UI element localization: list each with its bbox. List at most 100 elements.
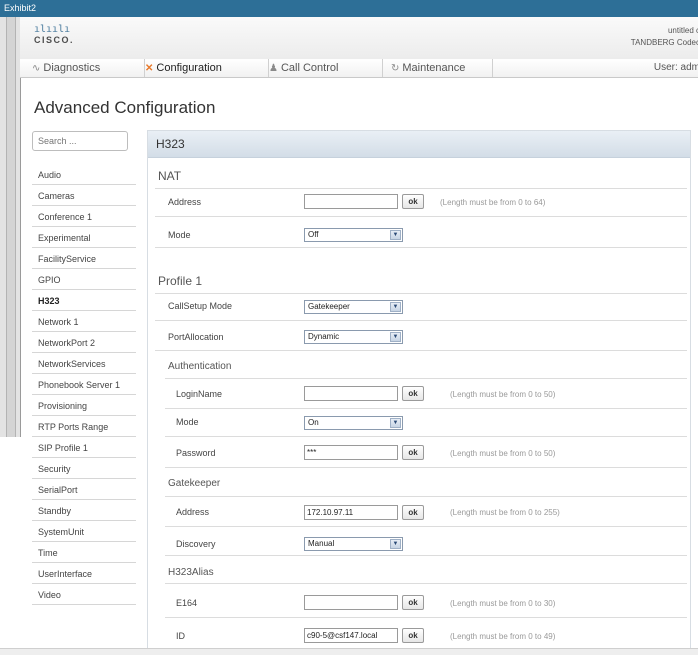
sidebar-item-h323[interactable]: H323 [32, 290, 136, 311]
chevron-down-icon: ▼ [390, 539, 401, 549]
login-name-label: LoginName [176, 389, 223, 399]
tools-icon: ✕ [145, 63, 154, 74]
nat-mode-label: Mode [168, 230, 191, 240]
callsetup-mode-select[interactable]: Gatekeeper ▼ [304, 300, 403, 314]
window-title-bar: Exhibit2 [0, 0, 698, 17]
panel-title: H323 [148, 131, 690, 158]
alias-id-ok-button[interactable]: ok [402, 628, 424, 643]
port-allocation-select[interactable]: Dynamic ▼ [304, 330, 403, 344]
alias-id-input[interactable] [304, 628, 398, 643]
pulse-icon: ∿ [32, 63, 41, 74]
sidebar-item-userinterface[interactable]: UserInterface [32, 563, 136, 584]
gatekeeper-address-label: Address [176, 507, 210, 517]
password-ok-button[interactable]: ok [402, 445, 424, 460]
nav-diagnostics[interactable]: ∿ Diagnostics [20, 59, 145, 77]
discovery-select[interactable]: Manual ▼ [304, 537, 403, 551]
e164-ok-button[interactable]: ok [402, 595, 424, 610]
section-nat: NAT [158, 169, 182, 183]
sidebar-item-gpio[interactable]: GPIO [32, 269, 136, 290]
sidebar-item-phonebook-server[interactable]: Phonebook Server 1 [32, 374, 136, 395]
login-name-ok-button[interactable]: ok [402, 386, 424, 401]
password-hint: (Length must be from 0 to 50) [450, 449, 556, 458]
nat-address-ok-button[interactable]: ok [402, 194, 424, 209]
sidebar-item-network[interactable]: Network 1 [32, 311, 136, 332]
row-divider [155, 293, 687, 294]
sidebar-item-standby[interactable]: Standby [32, 500, 136, 521]
sidebar-item-cameras[interactable]: Cameras [32, 185, 136, 206]
app-header: ılıılı CISCO. untitled c TANDBERG Codec [20, 17, 698, 60]
auth-mode-select[interactable]: On ▼ [304, 416, 403, 430]
row-divider [155, 350, 687, 351]
auth-mode-label: Mode [176, 417, 199, 427]
alias-id-label: ID [176, 631, 185, 641]
password-input[interactable] [304, 445, 398, 460]
gatekeeper-address-ok-button[interactable]: ok [402, 505, 424, 520]
nav-maintenance[interactable]: ↻ Maintenance [383, 59, 493, 77]
row-divider [165, 617, 687, 618]
section-h323alias: H323Alias [168, 567, 214, 578]
nat-mode-select[interactable]: Off ▼ [304, 228, 403, 242]
cisco-bars-icon: ılıılı [34, 24, 71, 35]
nat-address-label: Address [168, 197, 202, 207]
row-divider [165, 408, 687, 409]
gatekeeper-address-input[interactable] [304, 505, 398, 520]
port-allocation-label: PortAllocation [168, 332, 224, 342]
callsetup-mode-label: CallSetup Mode [168, 301, 233, 311]
row-divider [165, 526, 687, 527]
e164-hint: (Length must be from 0 to 30) [450, 599, 556, 608]
left-frame-scrollbar[interactable] [0, 17, 21, 437]
sidebar-item-sip-profile[interactable]: SIP Profile 1 [32, 437, 136, 458]
config-panel: H323 NAT Address ok (Length must be from… [147, 130, 691, 654]
nat-address-hint: (Length must be from 0 to 64) [440, 198, 546, 207]
users-icon: ♟ [269, 63, 278, 74]
row-divider [165, 496, 687, 497]
section-profile: Profile 1 [158, 274, 203, 288]
sidebar-item-experimental[interactable]: Experimental [32, 227, 136, 248]
nav-configuration[interactable]: ✕ Configuration [145, 59, 269, 77]
chevron-down-icon: ▼ [390, 302, 401, 312]
row-divider [165, 467, 687, 468]
row-divider [165, 436, 687, 437]
system-name: untitled c [667, 26, 698, 35]
chevron-down-icon: ▼ [390, 230, 401, 240]
sidebar-item-systemunit[interactable]: SystemUnit [32, 521, 136, 542]
sidebar-item-video[interactable]: Video [32, 584, 136, 605]
row-divider [155, 320, 687, 321]
scrollbar-track[interactable] [6, 17, 16, 437]
gatekeeper-address-hint: (Length must be from 0 to 255) [450, 508, 560, 517]
nav-call-control[interactable]: ♟ Call Control [269, 59, 383, 77]
chevron-down-icon: ▼ [390, 332, 401, 342]
section-authentication: Authentication [168, 361, 232, 372]
row-divider [155, 247, 687, 248]
login-name-input[interactable] [304, 386, 398, 401]
cisco-wordmark: CISCO. [34, 35, 75, 45]
login-name-hint: (Length must be from 0 to 50) [450, 390, 556, 399]
window-title: Exhibit2 [4, 3, 37, 13]
sidebar-item-networkport[interactable]: NetworkPort 2 [32, 332, 136, 353]
sidebar-item-provisioning[interactable]: Provisioning [32, 395, 136, 416]
sidebar-item-security[interactable]: Security [32, 458, 136, 479]
password-label: Password [176, 448, 216, 458]
refresh-icon: ↻ [391, 63, 400, 74]
sidebar-item-conference[interactable]: Conference 1 [32, 206, 136, 227]
sidebar-list: Audio Cameras Conference 1 Experimental … [32, 164, 136, 605]
e164-input[interactable] [304, 595, 398, 610]
row-divider [155, 188, 687, 189]
sidebar-item-facilityservice[interactable]: FacilityService [32, 248, 136, 269]
system-info: untitled c TANDBERG Codec [631, 25, 698, 49]
chevron-down-icon: ▼ [390, 418, 401, 428]
sidebar-item-rtp-ports-range[interactable]: RTP Ports Range [32, 416, 136, 437]
search-input[interactable] [32, 131, 128, 151]
main-nav: ∿ Diagnostics ✕ Configuration ♟ Call Contro… [20, 59, 698, 78]
sidebar-item-networkservices[interactable]: NetworkServices [32, 353, 136, 374]
row-divider [155, 216, 687, 217]
sidebar-item-audio[interactable]: Audio [32, 164, 136, 185]
discovery-label: Discovery [176, 539, 216, 549]
user-label: User: adm [653, 62, 698, 73]
sidebar-item-time[interactable]: Time [32, 542, 136, 563]
sidebar-item-serialport[interactable]: SerialPort [32, 479, 136, 500]
nat-address-input[interactable] [304, 194, 398, 209]
row-divider [165, 583, 687, 584]
row-divider [165, 555, 687, 556]
section-gatekeeper: Gatekeeper [168, 478, 221, 489]
